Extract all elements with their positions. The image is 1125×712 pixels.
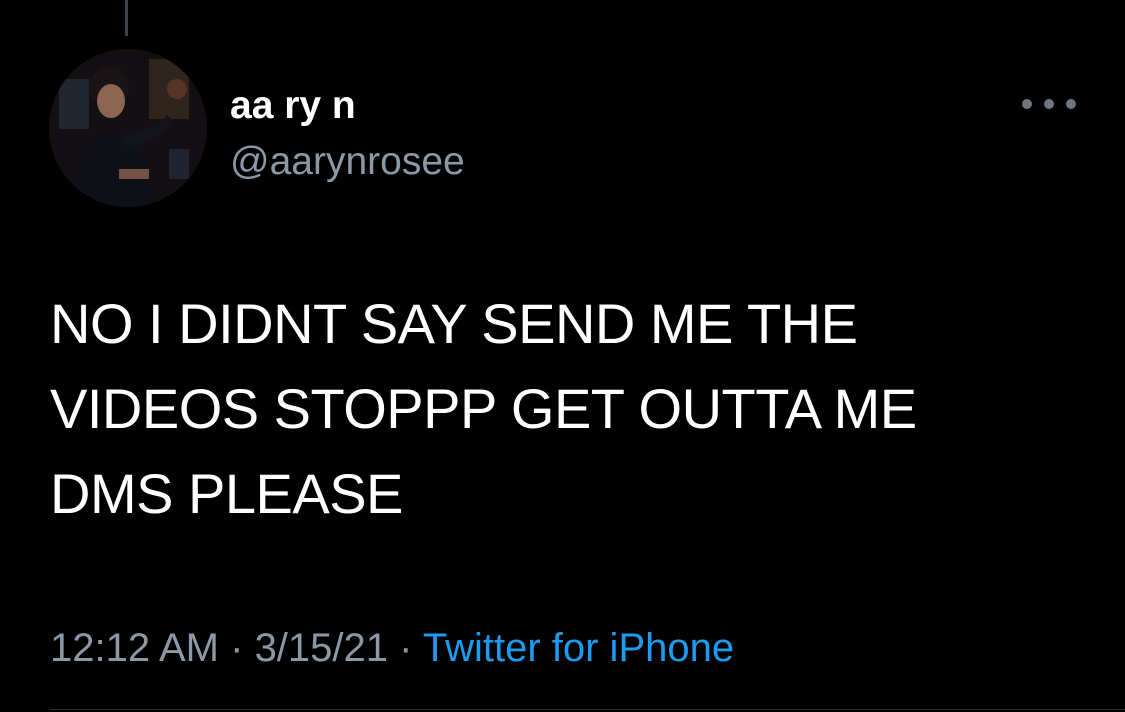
tweet-time[interactable]: 12:12 AM xyxy=(50,626,219,670)
meta-separator: · xyxy=(388,626,423,670)
tweet-text-line: VIDEOS STOPPP GET OUTTA ME xyxy=(50,377,917,440)
user-handle[interactable]: @aarynrosee xyxy=(230,138,465,186)
avatar-image xyxy=(49,49,207,207)
more-horizontal-icon xyxy=(1022,99,1032,109)
more-options-button[interactable] xyxy=(1022,90,1076,118)
divider xyxy=(50,709,1125,710)
tweet-date[interactable]: 3/15/21 xyxy=(255,626,388,670)
more-horizontal-icon-dot xyxy=(1044,99,1054,109)
tweet-text-line: DMS PLEASE xyxy=(50,462,403,525)
thread-connector-line xyxy=(125,0,128,36)
tweet-text: NO I DIDNT SAY SEND ME THE VIDEOS STOPPP… xyxy=(50,281,1090,536)
tweet-metadata: 12:12 AM · 3/15/21 · Twitter for iPhone xyxy=(50,622,734,674)
meta-separator: · xyxy=(219,626,255,670)
avatar[interactable] xyxy=(49,49,207,207)
tweet-text-line: NO I DIDNT SAY SEND ME THE xyxy=(50,292,858,355)
more-horizontal-icon-dot xyxy=(1066,99,1076,109)
tweet-source-link[interactable]: Twitter for iPhone xyxy=(423,626,734,670)
display-name[interactable]: aa ry n xyxy=(230,82,356,130)
